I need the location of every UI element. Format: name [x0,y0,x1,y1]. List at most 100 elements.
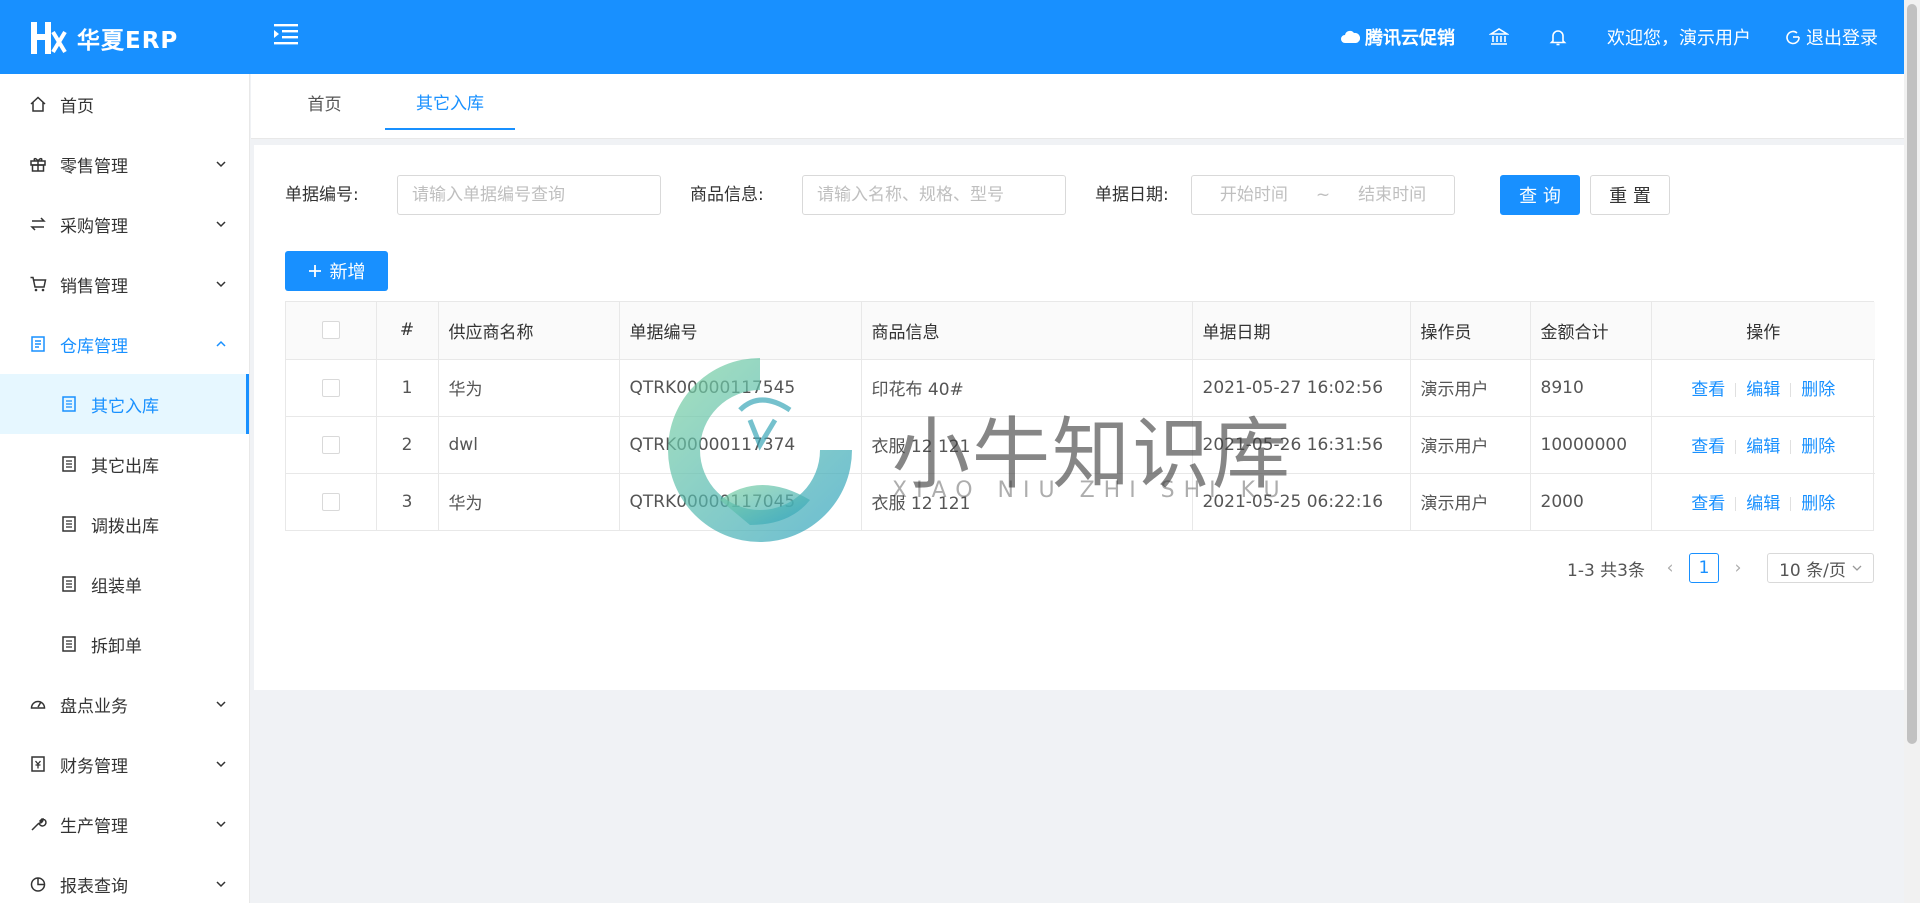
cloud-icon [1341,30,1360,43]
search-button[interactable]: 查 询 [1500,175,1580,215]
document-icon [62,516,76,532]
row-date: 2021-05-25 06:22:16 [1192,473,1411,530]
delete-link[interactable]: 删除 [1801,380,1835,400]
chevron-down-icon [216,221,226,228]
add-button[interactable]: 新增 [285,251,388,291]
row-checkbox[interactable] [321,435,340,454]
col-goods: 商品信息 [861,302,1193,360]
bell-icon [1549,30,1567,46]
tool-icon [31,817,47,831]
date-end-placeholder: 结束时间 [1358,185,1427,205]
sidebar-item-production[interactable]: 生产管理 [0,794,249,854]
col-supplier: 供应商名称 [438,302,620,360]
pagination-summary: 1-3 共3条 [1567,560,1645,581]
action-divider [1790,383,1792,397]
row-goods: 衣服 12 121 [861,416,1193,474]
view-link[interactable]: 查看 [1691,380,1725,400]
next-page-icon[interactable]: › [1723,558,1753,578]
logout-button[interactable]: 退出登录 [1785,24,1878,50]
view-link[interactable]: 查看 [1691,494,1725,514]
pie-chart-icon [30,877,46,892]
table-header-row: # 供应商名称 单据编号 商品信息 单据日期 操作员 金额合计 操作 [286,302,1875,360]
sidebar-item-purchase[interactable]: 采购管理 [0,194,249,254]
page-number-current[interactable]: 1 [1689,553,1719,583]
sidebar-item-other-inbound[interactable]: 其它入库 [0,374,249,434]
top-header: 华夏ERP 腾讯云促销 欢迎您，演示用户 退出登录 [0,0,1904,74]
date-range-picker[interactable]: 开始时间 ~ 结束时间 [1191,175,1455,215]
sidebar-item-warehouse[interactable]: 仓库管理 [0,314,249,374]
row-select-cell [286,359,377,417]
goods-input[interactable]: 请输入名称、规格、型号 [802,175,1066,215]
sidebar-item-sales[interactable]: 销售管理 [0,254,249,314]
page-size-value: 10 条/页 [1779,560,1846,581]
row-operator: 演示用户 [1410,473,1531,530]
app-logo[interactable]: 华夏ERP [27,18,178,58]
promo-link[interactable]: 腾讯云促销 [1340,24,1455,50]
sidebar-item-other-outbound[interactable]: 其它出库 [0,434,249,494]
row-checkbox[interactable] [321,492,340,511]
action-divider [1735,497,1737,512]
tab-home[interactable]: 首页 [251,74,398,130]
edit-link[interactable]: 编辑 [1746,380,1780,400]
edit-link[interactable]: 编辑 [1746,494,1780,514]
logout-icon [1786,30,1800,45]
user-welcome[interactable]: 欢迎您，演示用户 [1607,24,1751,50]
sidebar-item-label: 首页 [60,96,94,117]
chevron-down-icon [216,821,226,828]
scrollbar-thumb[interactable] [1907,4,1917,744]
col-actions: 操作 [1651,302,1875,360]
row-checkbox[interactable] [321,378,340,397]
vertical-scrollbar[interactable] [1904,0,1920,903]
row-supplier: dwl [438,416,620,474]
table-row: 1 华为 QTRK00000117545 印花布 40# 2021-05-27 … [286,359,1875,417]
row-actions: 查看 编辑 删除 [1651,473,1875,530]
reset-button[interactable]: 重 置 [1590,175,1670,215]
delete-link[interactable]: 删除 [1801,437,1835,457]
tab-other-inbound[interactable]: 其它入库 [385,74,515,130]
page-size-select[interactable]: 10 条/页 [1767,553,1874,583]
sidebar-item-reports[interactable]: 报表查询 [0,854,249,903]
bank-button[interactable] [1489,27,1514,47]
table-row: 3 华为 QTRK00000117045 衣服 12 121 2021-05-2… [286,473,1875,530]
bill-no-label: 单据编号: [285,185,359,205]
view-link[interactable]: 查看 [1691,437,1725,457]
row-bill-no: QTRK00000117045 [619,473,862,530]
goods-label: 商品信息: [690,185,764,205]
select-all-checkbox[interactable] [321,321,340,340]
row-index: 1 [376,359,439,417]
row-supplier: 华为 [438,473,620,530]
sidebar-item-disassembly[interactable]: 拆卸单 [0,614,249,674]
sidebar-item-retail[interactable]: 零售管理 [0,134,249,194]
bank-icon [1489,28,1509,45]
col-amount: 金额合计 [1530,302,1652,360]
sidebar-item-label: 调拨出库 [91,516,159,537]
sidebar-item-label: 销售管理 [60,276,128,297]
row-goods: 衣服 12 121 [861,473,1193,530]
bill-no-input[interactable]: 请输入单据编号查询 [397,175,661,215]
action-divider [1735,383,1737,397]
row-operator: 演示用户 [1410,416,1531,474]
delete-link[interactable]: 删除 [1801,494,1835,514]
date-start-placeholder: 开始时间 [1219,185,1288,205]
chevron-up-icon [216,340,226,347]
sidebar-item-assembly[interactable]: 组装单 [0,554,249,614]
chevron-down-icon [216,281,226,288]
sidebar-item-stocktake[interactable]: 盘点业务 [0,674,249,734]
prev-page-icon[interactable]: ‹ [1655,558,1685,578]
chevron-down-icon [216,161,226,168]
pagination: 1-3 共3条 ‹ 1 › 10 条/页 [1567,553,1874,583]
sidebar-item-label: 其它入库 [91,396,159,417]
chevron-down-icon [216,761,226,768]
col-operator: 操作员 [1410,302,1531,360]
sidebar-item-home[interactable]: 首页 [0,74,249,134]
logo-mark-icon [31,22,67,54]
row-select-cell [286,416,377,474]
sidebar-item-finance[interactable]: 财务管理 [0,734,249,794]
sidebar-item-label: 生产管理 [60,816,128,837]
row-amount: 8910 [1530,359,1652,417]
menu-fold-icon[interactable] [272,20,300,48]
edit-link[interactable]: 编辑 [1746,437,1780,457]
sidebar-item-transfer-outbound[interactable]: 调拨出库 [0,494,249,554]
data-table: # 供应商名称 单据编号 商品信息 单据日期 操作员 金额合计 操作 1 华为 … [285,301,1875,531]
notification-button[interactable] [1548,27,1573,47]
